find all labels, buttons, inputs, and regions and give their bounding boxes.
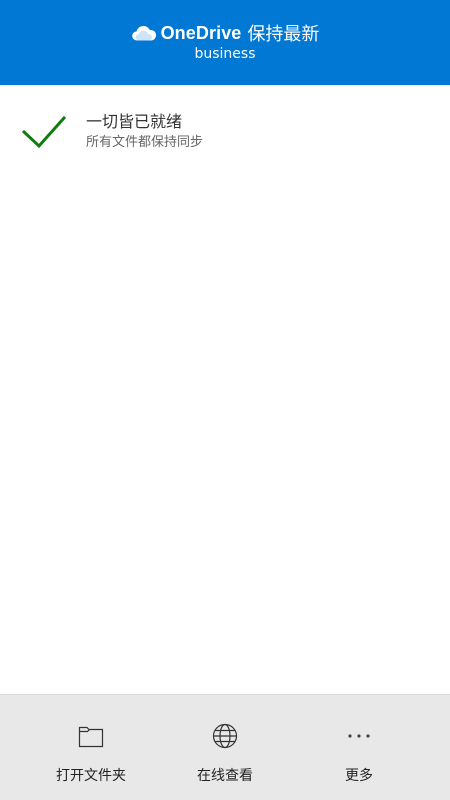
view-online-label: 在线查看: [197, 768, 253, 784]
checkmark-icon: [21, 112, 67, 150]
sync-status: 一切皆已就绪 所有文件都保持同步: [0, 108, 450, 158]
status-subtitle: 所有文件都保持同步: [86, 135, 204, 150]
brand-name: OneDrive: [160, 22, 242, 43]
header-title-suffix: 保持最新: [247, 24, 320, 45]
footer-toolbar: 打开文件夹 在线查看 更多: [0, 694, 450, 800]
status-title: 一切皆已就绪: [86, 112, 183, 131]
account-name: business: [194, 46, 256, 62]
folder-icon: [76, 721, 106, 751]
more-label: 更多: [345, 768, 373, 784]
more-button[interactable]: 更多: [284, 695, 434, 800]
header: OneDrive 保持最新 business: [0, 0, 450, 85]
header-title-row: OneDrive 保持最新: [0, 19, 450, 47]
open-folder-label: 打开文件夹: [56, 768, 126, 784]
view-online-button[interactable]: 在线查看: [150, 695, 300, 800]
open-folder-button[interactable]: 打开文件夹: [16, 695, 166, 800]
more-icon: [344, 721, 374, 751]
globe-icon: [210, 721, 240, 751]
onedrive-window: OneDrive 保持最新 business 一切皆已就绪 所有文件都保持同步 …: [0, 0, 450, 800]
cloud-icon: [131, 24, 157, 42]
